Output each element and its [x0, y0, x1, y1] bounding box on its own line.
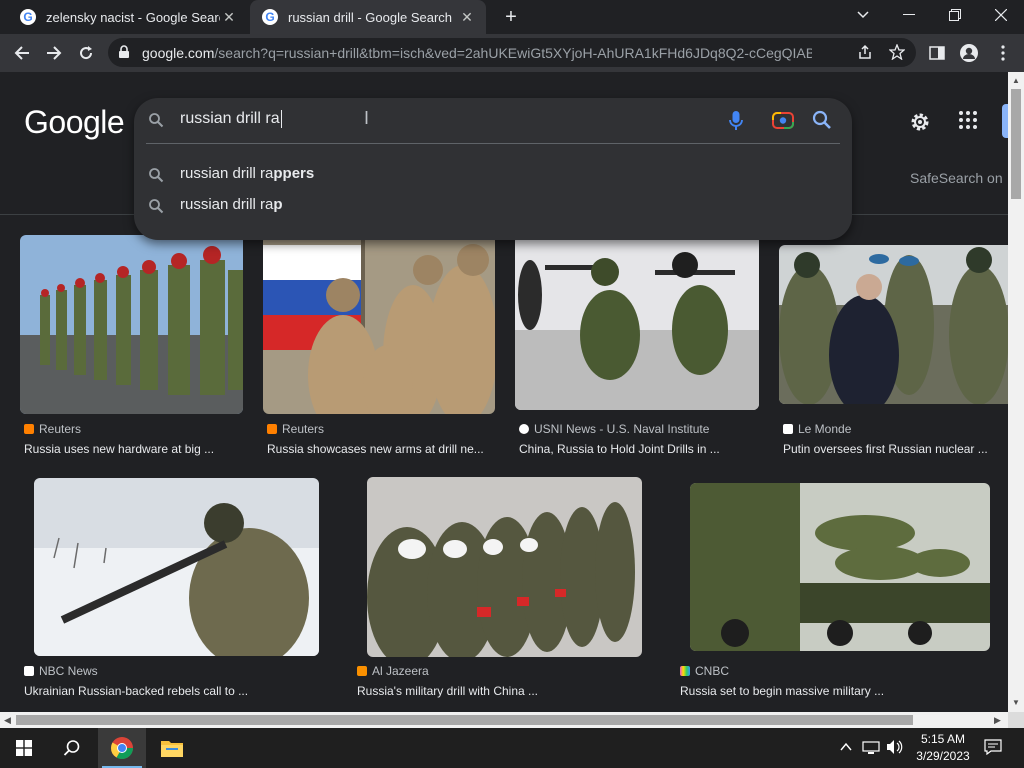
settings-gear-icon[interactable] [908, 110, 932, 139]
suggestion-text: russian drill rappers [180, 165, 315, 182]
scroll-right-arrow-icon[interactable]: ▶ [994, 715, 1001, 726]
google-lens-camera-icon[interactable] [772, 110, 794, 135]
url-text[interactable]: google.com/search?q=russian+drill&tbm=is… [142, 45, 812, 61]
taskbar-search-icon[interactable] [48, 728, 96, 768]
horizontal-scrollbar[interactable]: ◀ ▶ [0, 712, 1008, 728]
clock-date: 3/29/2023 [916, 749, 970, 763]
side-panel-icon[interactable] [926, 42, 948, 64]
image-result-thumbnail[interactable] [34, 478, 319, 656]
tab-russian-drill-search[interactable]: G russian drill - Google Search ✕ [250, 0, 486, 34]
search-icon [148, 198, 164, 219]
horizontal-scroll-thumb[interactable] [16, 715, 913, 725]
show-hidden-icons-chevron-icon[interactable] [840, 739, 852, 760]
suggestion-item[interactable]: russian drill rap [134, 191, 852, 221]
forward-icon[interactable] [42, 41, 66, 65]
google-logo[interactable]: Google [24, 104, 125, 141]
al-jazeera-favicon-icon [357, 666, 367, 676]
image-result-thumbnail[interactable] [367, 477, 642, 657]
vertical-scrollbar[interactable]: ▲ ▼ [1008, 72, 1024, 712]
nbc-favicon-icon [24, 666, 34, 676]
new-tab-button[interactable]: + [500, 6, 522, 28]
result-source[interactable]: Reuters [267, 422, 324, 436]
voice-search-mic-icon[interactable] [728, 110, 744, 137]
scroll-up-arrow-icon[interactable]: ▲ [1012, 76, 1020, 85]
result-source[interactable]: NBC News [24, 664, 98, 678]
windows-taskbar: 5:15 AM 3/29/2023 [0, 728, 1024, 768]
browser-menu-icon[interactable] [992, 42, 1014, 64]
tab-strip: G zelensky nacist - Google Search ✕ G ru… [0, 0, 1024, 34]
google-favicon-icon: G [262, 9, 278, 25]
search-submit-icon[interactable] [812, 110, 832, 135]
minimize-icon[interactable] [886, 0, 932, 30]
result-source[interactable]: Le Monde [783, 422, 851, 436]
search-input[interactable]: russian drill ra [180, 110, 282, 128]
scroll-down-arrow-icon[interactable]: ▼ [1012, 698, 1020, 707]
browser-toolbar: google.com/search?q=russian+drill&tbm=is… [0, 34, 1024, 73]
file-explorer-icon[interactable] [148, 728, 196, 768]
close-tab-icon[interactable]: ✕ [458, 9, 476, 26]
close-tab-icon[interactable]: ✕ [220, 9, 238, 26]
safesearch-toggle[interactable]: SafeSearch on [910, 170, 1003, 186]
text-caret [280, 110, 282, 128]
result-caption[interactable]: Russia showcases new arms at drill ne... [267, 442, 484, 456]
network-icon[interactable] [862, 739, 880, 760]
text-cursor-ibeam-icon: I [364, 108, 370, 128]
scrollbar-corner [1008, 712, 1024, 728]
cnbc-favicon-icon [680, 666, 690, 676]
result-caption[interactable]: Russia uses new hardware at big ... [24, 442, 214, 456]
tab-title: zelensky nacist - Google Search [46, 9, 220, 25]
result-source[interactable]: Reuters [24, 422, 81, 436]
result-caption[interactable]: Ukrainian Russian-backed rebels call to … [24, 684, 248, 698]
image-result-thumbnail[interactable] [690, 483, 990, 651]
search-icon [148, 112, 164, 133]
google-apps-icon[interactable] [958, 110, 978, 135]
vertical-scroll-thumb[interactable] [1011, 89, 1021, 199]
search-icon [148, 167, 164, 188]
share-icon[interactable] [854, 41, 876, 63]
image-result-thumbnail[interactable] [779, 245, 1008, 404]
result-caption[interactable]: Russia's military drill with China ... [357, 684, 538, 698]
image-result-thumbnail[interactable] [20, 235, 243, 414]
close-window-icon[interactable] [978, 0, 1024, 30]
lock-icon[interactable] [118, 45, 130, 64]
reuters-favicon-icon [24, 424, 34, 434]
google-images-page: Google SafeSearch on russian drill ra I [0, 72, 1008, 712]
result-source[interactable]: CNBC [680, 664, 729, 678]
suggestion-separator [146, 143, 840, 144]
result-caption[interactable]: Putin oversees first Russian nuclear ... [783, 442, 988, 456]
suggestion-text: russian drill rap [180, 196, 283, 213]
reuters-favicon-icon [267, 424, 277, 434]
taskbar-clock[interactable]: 5:15 AM 3/29/2023 [912, 731, 974, 765]
tab-zelensky-search[interactable]: G zelensky nacist - Google Search ✕ [8, 0, 248, 34]
tab-title: russian drill - Google Search [288, 9, 453, 25]
restore-icon[interactable] [932, 0, 978, 30]
address-bar[interactable]: google.com/search?q=russian+drill&tbm=is… [108, 38, 916, 67]
reload-icon[interactable] [74, 41, 98, 65]
profile-avatar-icon[interactable] [958, 42, 980, 64]
usni-favicon-icon [519, 424, 529, 434]
windows-start-icon[interactable] [0, 728, 48, 768]
le-monde-favicon-icon [783, 424, 793, 434]
bookmark-star-icon[interactable] [886, 41, 908, 63]
notifications-icon[interactable] [984, 739, 1002, 760]
tab-search-chevron-icon[interactable] [840, 0, 886, 30]
image-result-thumbnail[interactable] [515, 235, 759, 410]
result-source[interactable]: Al Jazeera [357, 664, 429, 678]
scroll-left-arrow-icon[interactable]: ◀ [4, 715, 11, 726]
google-favicon-icon: G [20, 9, 36, 25]
image-result-thumbnail[interactable] [263, 235, 495, 414]
result-caption[interactable]: China, Russia to Hold Joint Drills in ..… [519, 442, 720, 456]
search-box-with-suggestions: russian drill ra I russian drill rappers… [134, 98, 852, 240]
result-caption[interactable]: Russia set to begin massive military ... [680, 684, 884, 698]
clock-time: 5:15 AM [920, 732, 966, 746]
result-source[interactable]: USNI News - U.S. Naval Institute [519, 422, 709, 436]
back-icon[interactable] [10, 41, 34, 65]
chrome-taskbar-icon[interactable] [98, 728, 146, 768]
volume-icon[interactable] [886, 739, 904, 760]
suggestion-item[interactable]: russian drill rappers [134, 160, 852, 190]
